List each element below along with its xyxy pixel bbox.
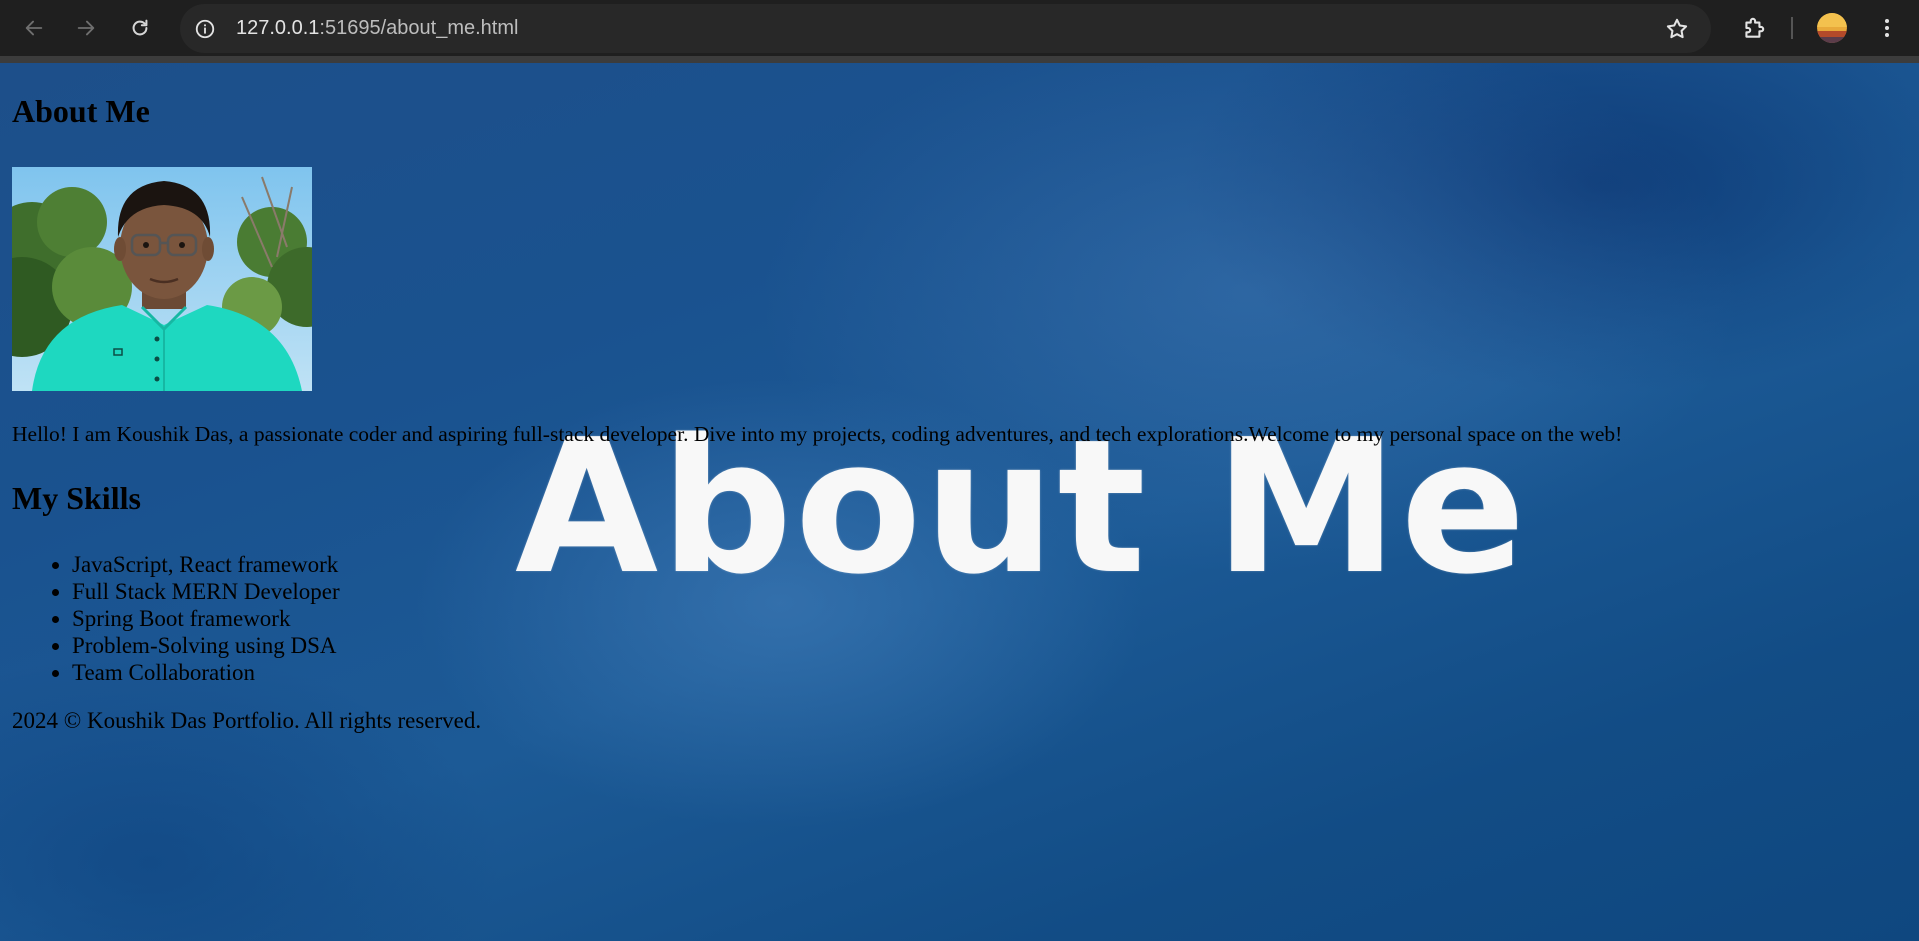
skills-heading: My Skills bbox=[12, 480, 141, 516]
page-viewport: About Me About Me Hello! I am Koushik Da… bbox=[0, 63, 1919, 941]
list-item: Team Collaboration bbox=[72, 659, 340, 686]
star-icon bbox=[1666, 18, 1688, 39]
list-item: Spring Boot framework bbox=[72, 605, 340, 632]
bookmark-button[interactable] bbox=[1663, 15, 1691, 43]
back-button[interactable] bbox=[16, 10, 52, 46]
list-item: Full Stack MERN Developer bbox=[72, 578, 340, 605]
info-icon bbox=[195, 19, 215, 39]
avatar bbox=[1817, 13, 1847, 43]
forward-button[interactable] bbox=[68, 10, 104, 46]
toolbar-divider bbox=[1791, 17, 1793, 39]
reload-icon bbox=[132, 19, 148, 36]
extensions-button[interactable] bbox=[1738, 12, 1770, 44]
browser-toolbar: 127.0.0.1:51695/about_me.html bbox=[0, 0, 1919, 63]
browser-menu-button[interactable] bbox=[1872, 12, 1902, 44]
intro-paragraph: Hello! I am Koushik Das, a passionate co… bbox=[12, 422, 1623, 446]
url-text[interactable]: 127.0.0.1:51695/about_me.html bbox=[236, 4, 518, 53]
profile-photo-image bbox=[12, 167, 312, 391]
site-info-button[interactable] bbox=[192, 16, 218, 42]
footer-copyright: 2024 © Koushik Das Portfolio. All rights… bbox=[12, 708, 482, 733]
url-path: :51695/about_me.html bbox=[319, 17, 519, 39]
url-host: 127.0.0.1 bbox=[236, 17, 320, 39]
profile-avatar-button[interactable] bbox=[1817, 13, 1847, 43]
arrow-left-icon bbox=[25, 20, 43, 36]
page-title: About Me bbox=[12, 93, 150, 129]
reload-button[interactable] bbox=[122, 10, 158, 46]
list-item: Problem-Solving using DSA bbox=[72, 632, 340, 659]
puzzle-icon bbox=[1745, 17, 1765, 38]
address-bar[interactable]: 127.0.0.1:51695/about_me.html bbox=[180, 4, 1711, 53]
list-item: JavaScript, React framework bbox=[72, 551, 340, 578]
more-vertical-icon bbox=[1885, 19, 1889, 37]
arrow-right-icon bbox=[77, 20, 95, 36]
skills-list: JavaScript, React framework Full Stack M… bbox=[12, 551, 340, 686]
profile-photo bbox=[12, 167, 312, 391]
